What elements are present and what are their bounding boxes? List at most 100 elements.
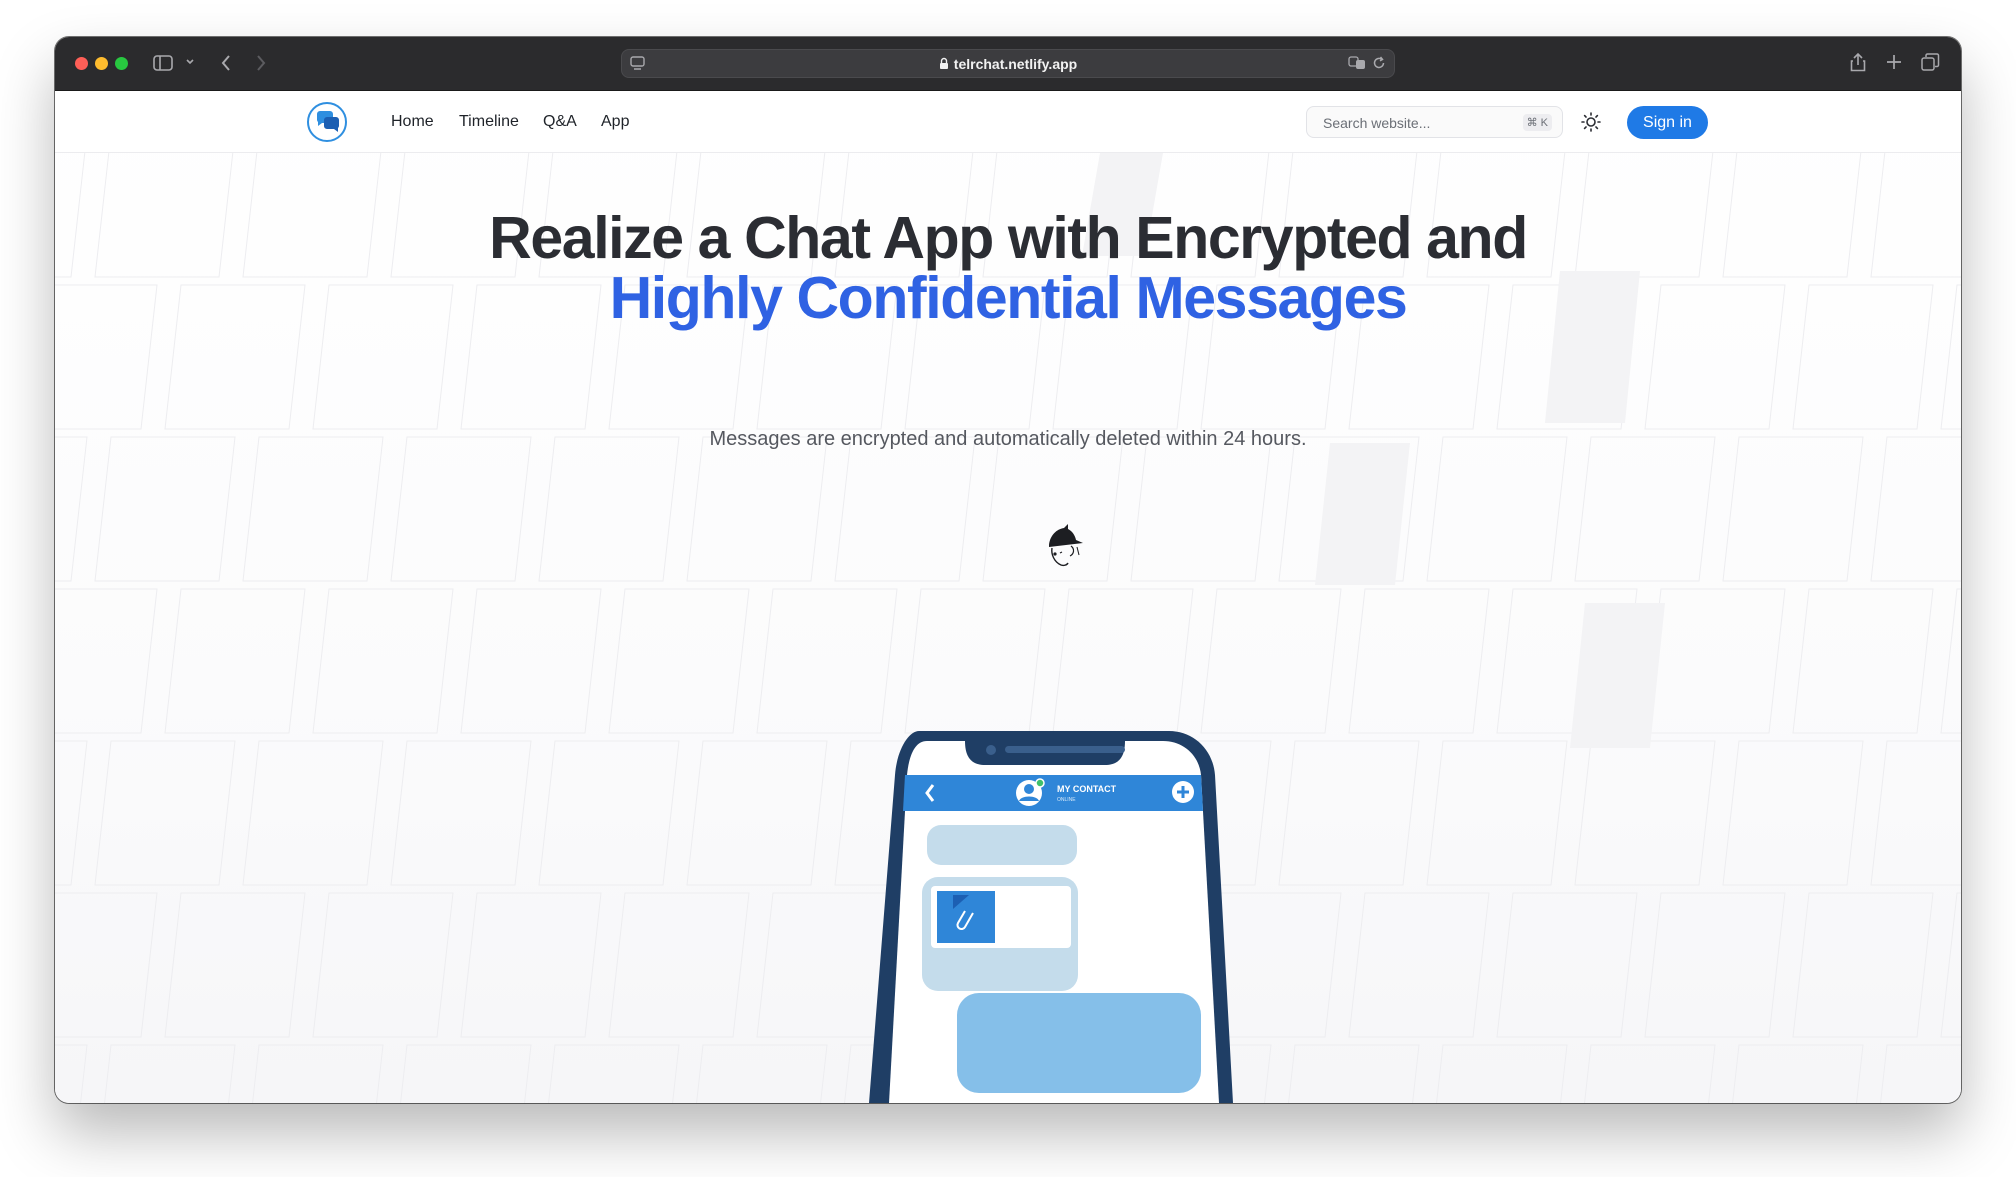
tab-overview-icon[interactable] [1921,53,1940,71]
background-cell [1732,1044,1864,1103]
reload-icon[interactable] [1372,56,1386,70]
background-cell [1436,1044,1568,1103]
contact-status: ONLINE [1057,797,1076,803]
background-cell [55,436,88,582]
url-label: telrchat.netlify.app [953,56,1078,72]
background-cell [312,588,454,734]
chevron-down-icon[interactable] [185,57,195,67]
browser-toolbar: telrchat.netlify.app [55,37,1961,91]
background-cell [1722,740,1864,886]
background-cell [1792,892,1934,1038]
background-cell [1574,740,1716,886]
nav-link-app[interactable]: App [601,113,629,131]
site-logo[interactable] [307,102,347,142]
background-cell [1792,588,1934,734]
url-text: telrchat.netlify.app [622,56,1394,73]
hero-title: Realize a Chat App with Encrypted and Hi… [55,208,1961,328]
background-cell [104,1044,236,1103]
background-cell [1348,588,1490,734]
new-tab-icon[interactable] [1886,54,1902,70]
chat-logo-icon [317,111,339,132]
nav-link-timeline[interactable]: Timeline [459,113,519,131]
screen: telrchat.netlify.app Home Timeline Q&A A… [0,0,2016,1177]
background-cell [538,436,680,582]
background-cell [1496,892,1638,1038]
message-bubble-2 [957,993,1201,1093]
background-cell [94,740,236,886]
back-icon[interactable] [220,54,232,72]
background-cell [1574,436,1716,582]
sign-in-button[interactable]: Sign in [1627,106,1708,139]
background-cell [460,892,602,1038]
forward-icon[interactable] [255,54,267,72]
zoom-window-button[interactable] [115,57,128,70]
background-cell [1644,588,1786,734]
translate-icon[interactable] [1348,56,1366,70]
background-cell [1052,588,1194,734]
background-cell [1584,1044,1716,1103]
contact-name: MY CONTACT [1057,784,1117,794]
background-cell [164,892,306,1038]
hero-subtitle: Messages are encrypted and automatically… [709,428,1307,450]
hero-title-line2: Highly Confidential Messages [609,265,1408,331]
background-cell [1278,436,1420,582]
background-cell [390,436,532,582]
background-cell [1870,436,1961,582]
address-bar[interactable]: telrchat.netlify.app [621,49,1395,78]
background-cell [1880,1044,1961,1103]
site-header: Home Timeline Q&A App Search website... … [55,91,1961,153]
search-placeholder: Search website... [1323,115,1431,131]
background-cell [164,588,306,734]
background-cell [460,588,602,734]
nav-link-qa[interactable]: Q&A [543,113,577,131]
background-cell [538,740,680,886]
nav-link-home[interactable]: Home [391,113,434,131]
background-cell [686,436,828,582]
background-cell [1496,588,1638,734]
background-cell [55,740,88,886]
background-cell [834,436,976,582]
lock-icon [939,57,949,73]
background-cell [1940,588,1961,734]
background-cell [608,892,750,1038]
background-cell [548,1044,680,1103]
background-cell [1722,436,1864,582]
background-cell [756,588,898,734]
background-cell [400,1044,532,1103]
background-cell [1644,892,1786,1038]
minimize-window-button[interactable] [95,57,108,70]
background-cell [1200,588,1342,734]
sidebar-icon[interactable] [153,55,173,71]
background-cell [390,740,532,886]
background-cell [1426,436,1568,582]
background-cell [55,588,158,734]
phone-illustration: MY CONTACT ONLINE [869,731,1233,1103]
share-icon[interactable] [1850,52,1866,72]
background-cell [252,1044,384,1103]
background-cell [1348,892,1490,1038]
close-window-button[interactable] [75,57,88,70]
background-cell [696,1044,828,1103]
background-cell [1426,740,1568,886]
background-cell [242,436,384,582]
message-bubble-1 [927,825,1077,865]
background-cell [1870,740,1961,886]
background-cell [1278,740,1420,886]
background-cell [55,1044,88,1103]
theme-toggle-button[interactable] [1579,110,1603,134]
hero-title-line1: Realize a Chat App with Encrypted and [489,205,1528,271]
search-input[interactable]: Search website... ⌘ K [1306,106,1563,138]
sun-icon [1581,112,1601,132]
background-cell [904,588,1046,734]
background-cell [312,892,454,1038]
background-cell [94,436,236,582]
background-cell [608,588,750,734]
background-cell [55,892,158,1038]
web-page: Home Timeline Q&A App Search website... … [55,91,1961,1103]
search-shortcut-badge: ⌘ K [1522,114,1552,131]
background-cell [242,740,384,886]
background-cell [1940,892,1961,1038]
mascot-illustration [1049,524,1083,567]
browser-window: telrchat.netlify.app Home Timeline Q&A A… [55,37,1961,1103]
background-cell [1288,1044,1420,1103]
